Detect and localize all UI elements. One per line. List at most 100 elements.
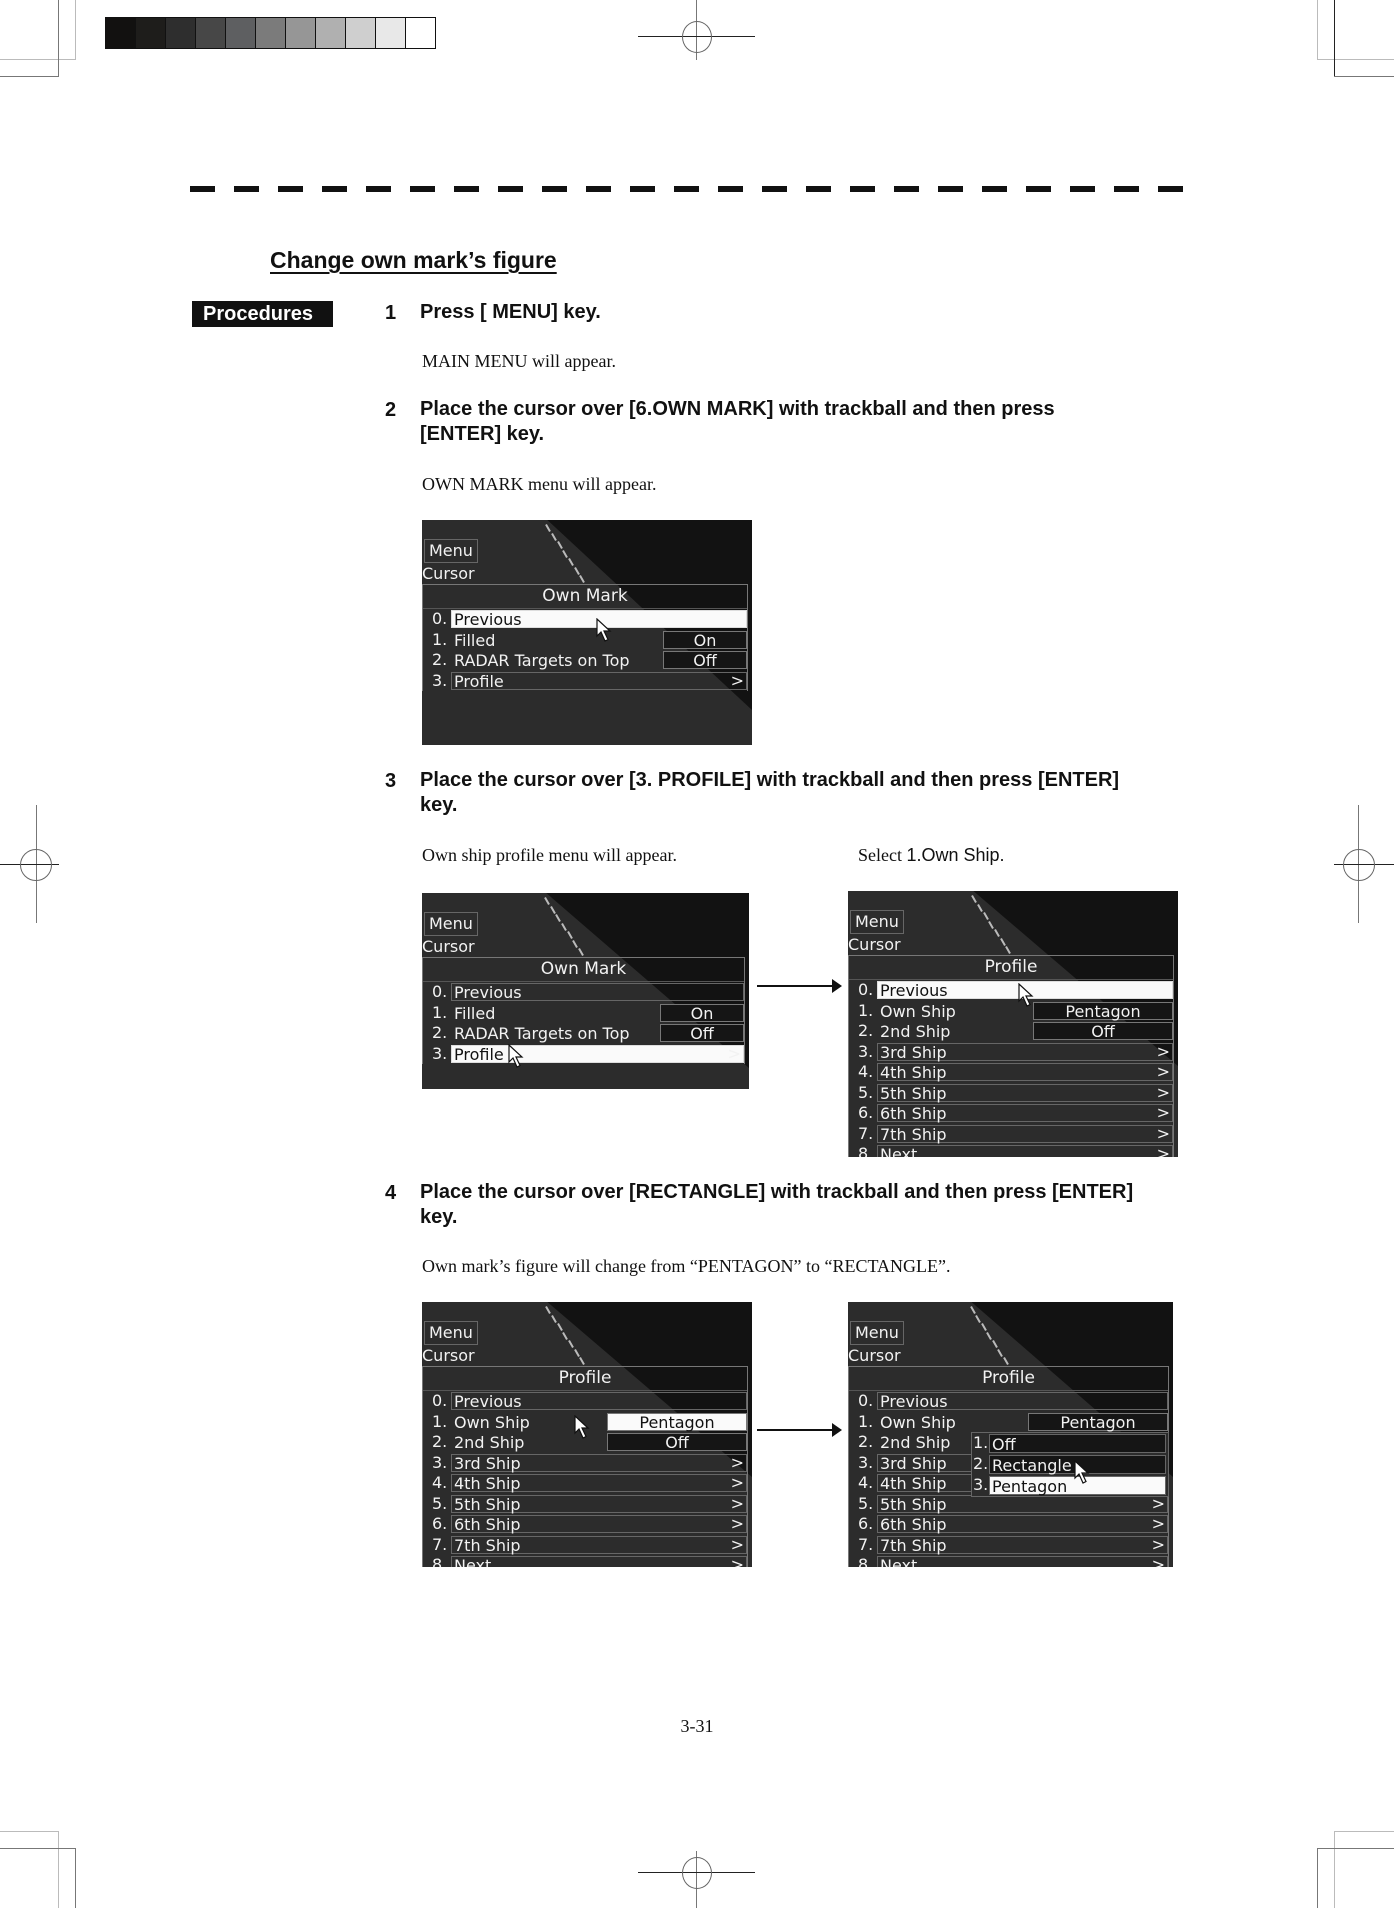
range-scale-tick xyxy=(994,929,1000,938)
cursor-label: Cursor xyxy=(848,935,901,954)
menu-item-next[interactable]: 8. Next > xyxy=(423,1555,747,1567)
range-scale-tick xyxy=(986,1331,993,1340)
range-scale-tick xyxy=(562,549,569,558)
step-3-note-select: Select 1.Own Ship. xyxy=(858,845,1005,866)
divider-dash xyxy=(498,186,523,192)
menu-item-7th-ship[interactable]: 7. 7th Ship > xyxy=(423,1535,747,1556)
chevron-right-icon: > xyxy=(730,1452,744,1472)
menu-title: Own Mark xyxy=(423,958,744,982)
menu-item-7th-ship[interactable]: 7. 7th Ship > xyxy=(849,1535,1168,1556)
range-scale-tick xyxy=(579,1357,586,1366)
menu-item-radar-targets-on-top[interactable]: 2. RADAR Targets on Top Off xyxy=(423,1023,744,1044)
menu-item-7th-ship[interactable]: 7. 7th Ship > xyxy=(849,1124,1173,1145)
menu-item-previous[interactable]: 0. Previous xyxy=(423,982,744,1003)
menu-button[interactable]: Menu xyxy=(424,539,478,563)
menu-item-profile[interactable]: 3. Profile > xyxy=(423,1044,744,1065)
menu-button[interactable]: Menu xyxy=(424,1321,478,1345)
mouse-pointer-icon xyxy=(574,1414,590,1439)
menu-item-radar-targets-on-top[interactable]: 2. RADAR Targets on Top Off xyxy=(423,650,747,671)
menu-button[interactable]: Menu xyxy=(424,912,478,936)
step-4-note: Own mark’s figure will change from “PENT… xyxy=(422,1256,951,1276)
range-scale-tick xyxy=(982,912,989,921)
mouse-pointer-icon xyxy=(1074,1459,1090,1484)
menu-item-6th-ship[interactable]: 6. 6th Ship > xyxy=(849,1103,1173,1124)
menu-item-filled[interactable]: 1. Filled On xyxy=(423,1003,744,1024)
mouse-pointer-icon xyxy=(508,1043,524,1068)
menu-item-value[interactable]: Off xyxy=(1033,1022,1173,1041)
menu-title: Profile xyxy=(423,1367,747,1391)
menu-item-value[interactable]: Pentagon xyxy=(1028,1412,1168,1431)
cursor-label: Cursor xyxy=(422,1346,475,1365)
menu-button[interactable]: Menu xyxy=(850,910,904,934)
menu-item-own-ship[interactable]: 1. Own Ship Pentagon xyxy=(849,1001,1173,1022)
menu-item-next[interactable]: 8. Next > xyxy=(849,1555,1168,1567)
menu-item-value[interactable]: Off xyxy=(607,1433,747,1452)
range-scale-tick xyxy=(578,948,584,957)
range-scale-tick xyxy=(545,1306,552,1314)
submenu-item-pentagon[interactable]: 3. Pentagon xyxy=(972,1475,1168,1496)
menu-item-6th-ship[interactable]: 6. 6th Ship > xyxy=(423,1514,747,1535)
submenu-item-off[interactable]: 1. Off xyxy=(972,1433,1168,1454)
range-scale-tick xyxy=(551,1314,557,1323)
range-scale-tick xyxy=(997,1348,1004,1357)
menu-item-profile[interactable]: 3. Profile > xyxy=(423,671,747,692)
range-scale-tick xyxy=(556,1323,563,1332)
divider-dash xyxy=(1114,186,1139,192)
menu-item-label: 4th Ship xyxy=(451,1474,747,1493)
menu-item-value[interactable]: Pentagon xyxy=(1033,1001,1173,1020)
divider-dash xyxy=(762,186,787,192)
menu-item-5th-ship[interactable]: 5. 5th Ship > xyxy=(423,1494,747,1515)
step-2-note: OWN MARK menu will appear. xyxy=(422,474,657,494)
grayscale-swatch xyxy=(136,18,166,48)
screen-profile-previous: Menu Cursor Profile 0. Previous 1. Own Ship Pen… xyxy=(848,891,1178,1157)
menu-item-value[interactable]: On xyxy=(660,1003,744,1022)
grayscale-swatch xyxy=(376,18,406,48)
range-scale-tick xyxy=(999,937,1006,946)
range-scale-tick xyxy=(975,1314,981,1323)
divider-dash xyxy=(630,186,655,192)
menu-item-value[interactable]: On xyxy=(663,630,747,649)
menu-item-previous[interactable]: 0. Previous xyxy=(423,1391,747,1412)
range-scale-tick xyxy=(562,1331,569,1340)
menu-item-label: 4th Ship xyxy=(877,1063,1173,1082)
menu-button[interactable]: Menu xyxy=(850,1321,904,1345)
chevron-right-icon: > xyxy=(1156,1144,1170,1157)
chevron-right-icon: > xyxy=(730,1534,744,1554)
menu-item-previous[interactable]: 0. Previous xyxy=(849,1391,1168,1412)
submenu-item-rectangle[interactable]: 2. Rectangle xyxy=(972,1454,1168,1475)
menu-item-4th-ship[interactable]: 4.4th Ship> xyxy=(423,1473,747,1494)
step-4-text: Place the cursor over [RECTANGLE] with t… xyxy=(420,1181,1134,1228)
grayscale-calibration-bar xyxy=(105,17,436,49)
menu-item-label: 5th Ship xyxy=(877,1494,1168,1513)
divider-dash xyxy=(542,186,567,192)
range-scale-tick xyxy=(579,575,586,584)
chevron-right-icon: > xyxy=(1156,1062,1170,1081)
menu-item-filled[interactable]: 1. Filled On xyxy=(423,630,747,651)
menu-item-previous[interactable]: 0. Previous xyxy=(423,609,747,630)
divider-dash xyxy=(366,186,391,192)
menu-item-own-ship[interactable]: 1. Own Ship Pentagon xyxy=(849,1412,1168,1433)
range-scale-tick xyxy=(549,905,556,914)
menu-title: Profile xyxy=(849,1367,1168,1391)
own-mark_menu-panel: Own Mark 0. Previous 1. Filled On 2. RADAR Targ… xyxy=(422,584,748,691)
profile-menu-panel: Profile 0. Previous 1. Own Ship Pentagon 2. 2nd… xyxy=(848,955,1174,1157)
menu-item-4th-ship[interactable]: 4.4th Ship> xyxy=(849,1062,1173,1083)
menu-item-next[interactable]: 8. Next > xyxy=(849,1144,1173,1157)
menu-item-value[interactable]: Off xyxy=(663,651,747,670)
menu-item-5th-ship[interactable]: 5. 5th Ship > xyxy=(849,1083,1173,1104)
range-scale-tick xyxy=(568,1340,574,1349)
menu-item-6th-ship[interactable]: 6. 6th Ship > xyxy=(849,1514,1168,1535)
step-2-text: Place the cursor over [6.OWN MARK] with … xyxy=(420,398,1055,445)
menu-item-previous[interactable]: 0. Previous xyxy=(849,980,1173,1001)
menu-item-3rd-ship[interactable]: 3.3rd Ship> xyxy=(849,1042,1173,1063)
step-1-note: MAIN MENU will appear. xyxy=(422,351,616,371)
profile-menu-panel: Profile 0. Previous 1. Own Ship Pentagon 2. 2nd… xyxy=(422,1366,748,1567)
menu-item-label: 5th Ship xyxy=(451,1494,747,1513)
chevron-right-icon: > xyxy=(1156,1041,1170,1061)
menu-item-value[interactable]: Pentagon xyxy=(607,1412,747,1431)
menu-item-2nd-ship[interactable]: 2.2nd ShipOff xyxy=(849,1021,1173,1042)
menu-item-value[interactable]: Off xyxy=(660,1024,744,1043)
divider-dash xyxy=(586,186,611,192)
menu-item-3rd-ship[interactable]: 3.3rd Ship> xyxy=(423,1453,747,1474)
divider-dash xyxy=(1158,186,1183,192)
